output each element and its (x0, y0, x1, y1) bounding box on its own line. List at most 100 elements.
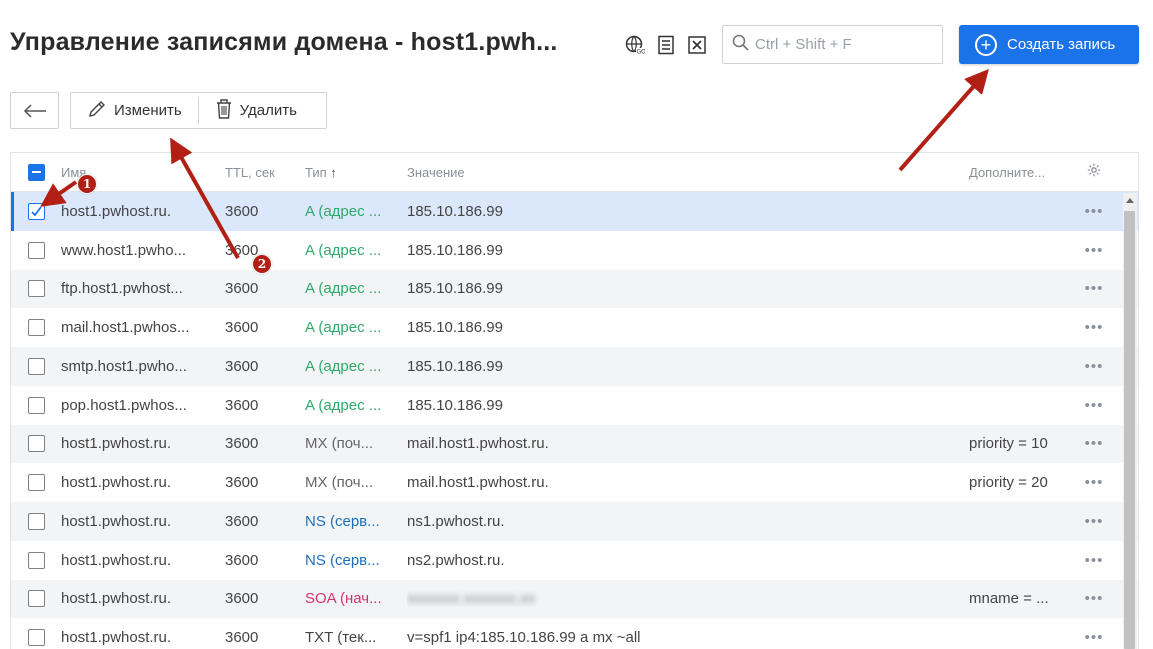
row-check-cell (11, 629, 61, 647)
cell-type: A (адрес ... (305, 241, 382, 259)
list-icon[interactable] (655, 34, 677, 56)
cell-ttl: 3600 (225, 629, 259, 647)
row-check-cell (11, 202, 61, 220)
annotation-badge-2: 2 (252, 254, 272, 274)
column-type[interactable]: Тип ↑ (305, 165, 407, 180)
row-checkbox[interactable] (27, 202, 45, 220)
table-row[interactable]: host1.pwhost.ru. 3600 A (адрес ... 185.10.1… (11, 192, 1138, 231)
cell-name: www.host1.pwho... (61, 241, 187, 259)
header-check-cell (11, 163, 61, 181)
back-button[interactable] (10, 92, 59, 129)
row-menu-button[interactable]: ••• (1069, 474, 1119, 491)
table-row[interactable]: pop.host1.pwhos... 3600 A (адрес ... 185.10… (11, 386, 1138, 425)
scroll-up-icon[interactable] (1126, 198, 1134, 203)
cell-ttl: 3600 (225, 435, 259, 453)
table-body: host1.pwhost.ru. 3600 A (адрес ... 185.10.1… (11, 192, 1138, 649)
globe-icon[interactable]: GO (624, 34, 646, 56)
cell-value: mail.host1.pwhost.ru. (407, 435, 549, 453)
gear-icon[interactable] (1087, 163, 1101, 181)
edit-button[interactable]: Изменить (71, 93, 198, 128)
cell-ttl: 3600 (225, 512, 259, 530)
delete-label: Удалить (239, 102, 297, 119)
cell-value-container: 185.10.186.99 (407, 319, 969, 336)
row-check-cell (11, 435, 61, 453)
row-checkbox[interactable] (27, 551, 45, 569)
row-menu-button[interactable]: ••• (1069, 552, 1119, 569)
table-row[interactable]: host1.pwhost.ru. 3600 SOA (нач... xxxxxxx.x… (11, 579, 1138, 619)
column-settings[interactable] (1069, 163, 1119, 181)
cell-value: ns2.pwhost.ru. (407, 551, 505, 569)
row-checkbox[interactable] (27, 435, 45, 453)
title-icons: GO (624, 34, 708, 56)
table-row[interactable]: www.host1.pwho... 3600 A (адрес ... 185.10.… (11, 231, 1138, 270)
cell-extra: priority = 20 (969, 474, 1048, 492)
row-checkbox[interactable] (27, 474, 45, 492)
cell-ttl: 3600 (225, 590, 259, 608)
row-menu-button[interactable]: ••• (1069, 280, 1119, 297)
row-menu-button[interactable]: ••• (1069, 397, 1119, 414)
search-box[interactable] (722, 25, 943, 64)
column-ttl[interactable]: TTL, сек (223, 165, 305, 180)
row-menu-button[interactable]: ••• (1069, 590, 1119, 607)
cell-name: ftp.host1.pwhost... (61, 280, 183, 298)
table-row[interactable]: host1.pwhost.ru. 3600 NS (серв... ns1.pwhos… (11, 502, 1138, 541)
create-record-button[interactable]: + Создать запись (959, 25, 1139, 64)
cell-value-container: 185.10.186.99 (407, 397, 969, 414)
dns-records-table: Имя TTL, сек Тип ↑ Значение Дополните...… (10, 152, 1139, 649)
table-row[interactable]: mail.host1.pwhos... 3600 A (адрес ... 185.1… (11, 308, 1138, 347)
row-checkbox[interactable] (27, 357, 45, 375)
cell-ttl: 3600 (225, 319, 259, 337)
cell-value-container: xxxxxxx.xxxxxxx.xx (407, 590, 969, 607)
cell-type: A (адрес ... (305, 319, 382, 337)
check-icon (30, 206, 42, 217)
table-row[interactable]: host1.pwhost.ru. 3600 MX (поч... mail.host1… (11, 463, 1138, 502)
search-icon (732, 34, 749, 56)
table-row[interactable]: host1.pwhost.ru. 3600 NS (серв... ns2.pwhos… (11, 541, 1138, 580)
cell-type: MX (поч... (305, 474, 374, 492)
column-extra[interactable]: Дополните... (969, 165, 1069, 180)
column-type-label: Тип (305, 164, 327, 180)
row-menu-button[interactable]: ••• (1069, 319, 1119, 336)
row-check-cell (11, 551, 61, 569)
row-checkbox[interactable] (27, 629, 45, 647)
row-check-cell (11, 512, 61, 530)
cell-type: MX (поч... (305, 435, 374, 453)
row-menu-button[interactable]: ••• (1069, 513, 1119, 530)
row-checkbox[interactable] (27, 241, 45, 259)
row-checkbox[interactable] (27, 512, 45, 530)
more-horizontal-icon: ••• (1084, 357, 1104, 375)
row-checkbox[interactable] (27, 396, 45, 414)
cell-value: 185.10.186.99 (407, 241, 503, 259)
row-menu-button[interactable]: ••• (1069, 203, 1119, 220)
cell-name: host1.pwhost.ru. (61, 590, 172, 608)
delete-button[interactable]: Удалить (199, 93, 313, 128)
scrollbar-thumb[interactable] (1124, 211, 1135, 649)
table-row[interactable]: ftp.host1.pwhost... 3600 A (адрес ... 185.1… (11, 269, 1138, 309)
row-check-cell (11, 357, 61, 375)
table-row[interactable]: smtp.host1.pwho... 3600 A (адрес ... 185.10… (11, 347, 1138, 386)
table-row[interactable]: host1.pwhost.ru. 3600 MX (поч... mail.host1… (11, 424, 1138, 464)
row-menu-button[interactable]: ••• (1069, 629, 1119, 646)
cell-value-container: 185.10.186.99 (407, 280, 969, 297)
row-checkbox[interactable] (27, 590, 45, 608)
row-menu-button[interactable]: ••• (1069, 358, 1119, 375)
cell-value: 185.10.186.99 (407, 319, 503, 337)
column-value[interactable]: Значение (407, 165, 969, 180)
edit-label: Изменить (114, 102, 182, 119)
excel-icon[interactable] (686, 34, 708, 56)
page-title: Управление записями домена - host1.pwh..… (10, 28, 558, 56)
table-row[interactable]: host1.pwhost.ru. 3600 TXT (тек... v=spf1 ip… (11, 618, 1138, 649)
cell-ttl: 3600 (225, 202, 259, 220)
select-all-checkbox[interactable] (27, 163, 45, 181)
arrow-left-icon (23, 98, 47, 124)
search-input[interactable] (755, 36, 935, 53)
cell-type: NS (серв... (305, 512, 380, 530)
row-checkbox[interactable] (27, 319, 45, 337)
more-horizontal-icon: ••• (1084, 396, 1104, 414)
row-menu-button[interactable]: ••• (1069, 242, 1119, 259)
cell-name: host1.pwhost.ru. (61, 629, 172, 647)
cell-type: A (адрес ... (305, 396, 382, 414)
row-menu-button[interactable]: ••• (1069, 435, 1119, 452)
cell-ttl: 3600 (225, 551, 259, 569)
row-checkbox[interactable] (27, 280, 45, 298)
